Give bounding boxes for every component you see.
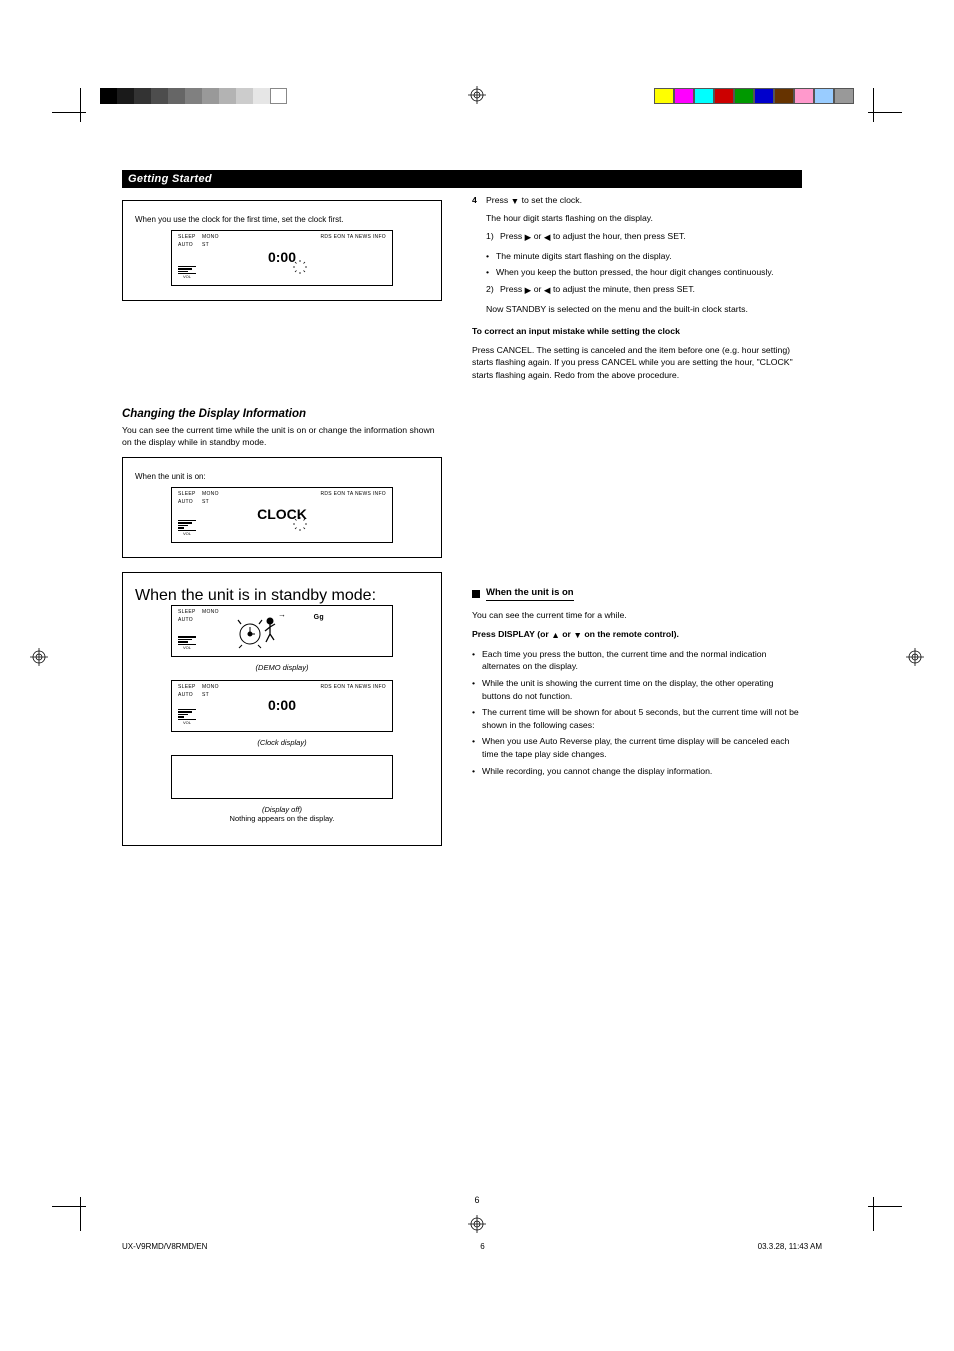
bullet-item: •When you use Auto Reverse play, the cur… [472,735,802,760]
substep-5-2-cont: Now STANDBY is selected on the menu and … [472,303,802,316]
lcd-auto-label: AUTO [178,242,193,248]
crop-mark-bottom-right [862,1191,902,1231]
left-triangle-icon: ◀ [544,231,551,244]
lcd-display: SLEEP AUTO MONO ST RDS EON TA NEWS INFO … [171,230,393,286]
subsection-when-unit-on: When the unit is on [472,586,802,602]
down-triangle-icon: ▼ [573,629,582,642]
figure-caption: When you use the clock for the first tim… [135,215,429,224]
lcd-volume-icon: VOL [178,636,196,650]
walking-alarm-icon [236,614,280,650]
lcd-brightness-icon [292,516,308,537]
figure-unit-on: When the unit is on: SLEEP AUTO MONO ST … [122,457,442,558]
bullet-item: •While recording, you cannot change the … [472,765,802,778]
down-triangle-icon: ▼ [511,195,520,208]
substep-5-2: 2) Press ▶ or ◀ to adjust the minute, th… [472,283,802,297]
color-bar [654,88,854,104]
left-triangle-icon: ◀ [544,284,551,297]
grayscale-bar [100,88,287,104]
bullet-item: •The current time will be shown for abou… [472,706,802,731]
slug-timestamp: 03.3.28, 11:43 AM [758,1242,822,1251]
lcd-sleep-label: SLEEP [178,234,196,240]
square-bullet-icon [472,590,480,598]
registration-mark-top [468,86,486,104]
lcd-volume-icon: VOL [178,709,196,725]
clock-display-label: (Clock display) [135,738,429,747]
lcd-display-off [171,755,393,799]
step-4-continuation: The hour digit starts flashing on the di… [472,212,802,225]
display-off-label: (Display off) Nothing appears on the dis… [135,805,429,823]
figure-standby-mode: When the unit is in standby mode: SLEEP … [122,572,442,846]
slug-pagenum: 6 [480,1242,484,1251]
figure-caption: When the unit is in standby mode: [135,587,429,605]
demo-display-label: (DEMO display) [135,663,429,672]
lcd-st-label: ST [202,242,209,248]
unit-on-intro: You can see the current time for a while… [472,609,802,622]
step-4: 4 Press ▼ to set the clock. [472,194,802,208]
section2-title: Changing the Display Information [122,408,802,420]
lcd-brightness-icon [292,259,308,280]
bullet-item: •While the unit is showing the current t… [472,677,802,702]
lcd-clock-display: SLEEP AUTO MONO ST RDS EON TA NEWS INFO … [171,680,393,732]
bullet-hour-flash: •The minute digits start flashing on the… [472,250,802,263]
lcd-volume-icon: VOL [178,520,196,536]
lcd-display: SLEEP AUTO MONO ST RDS EON TA NEWS INFO … [171,487,393,543]
walk-destination-label: Gg [314,614,324,621]
bullet-item: •Each time you press the button, the cur… [472,648,802,673]
figure-caption: When the unit is on: [135,472,429,481]
crop-mark-top-right [862,88,902,128]
lcd-rds-label: RDS EON TA NEWS INFO [320,234,386,240]
figure-clock-first-time: When you use the clock for the first tim… [122,200,442,301]
section2-intro: You can see the current time while the u… [122,424,442,449]
lcd-mono-label: MONO [202,234,219,240]
substep-5-1: 1) Press ▶ or ◀ to adjust the hour, then… [472,230,802,244]
registration-mark-left [30,648,48,666]
crop-mark-bottom-left [52,1191,92,1231]
registration-mark-bottom [468,1215,486,1233]
registration-mark-right [906,648,924,666]
lcd-demo-display: SLEEP AUTO MONO VOL → Gg [171,605,393,657]
lcd-main-text: 0:00 [172,697,392,713]
page-number: 6 [474,1195,479,1205]
press-display-step: Press DISPLAY (or ▲ or ▼ on the remote c… [472,628,802,642]
lcd-main-text: 0:00 [172,249,392,265]
correct-mistake-heading: To correct an input mistake while settin… [472,325,802,338]
section-header: Getting Started [122,170,802,188]
lcd-volume-icon: VOL [178,266,196,280]
up-triangle-icon: ▲ [551,629,560,642]
lcd-main-text: CLOCK [172,506,392,522]
crop-mark-top-left [52,88,92,128]
correct-mistake-body: Press CANCEL. The setting is canceled an… [472,344,802,382]
footer-slug: UX-V9RMD/V8RMD/EN 6 03.3.28, 11:43 AM [122,1242,822,1251]
slug-filename: UX-V9RMD/V8RMD/EN [122,1242,207,1251]
bullet-hold-button: •When you keep the button pressed, the h… [472,266,802,279]
